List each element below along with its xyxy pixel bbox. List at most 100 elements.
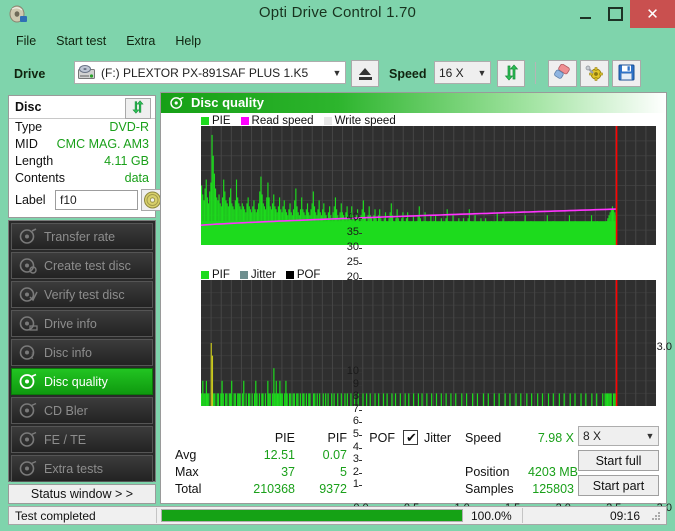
stats-row-key: Avg: [175, 448, 197, 462]
legend-swatch-pie: [201, 117, 209, 125]
disc-test-icon: i: [18, 344, 40, 362]
speed-value: 16 X: [439, 65, 464, 80]
disc-quality-panel: Disc quality PIE Read speed Write speed …: [160, 92, 672, 514]
sidebar-item-cd-bler[interactable]: CD Bler: [11, 397, 153, 424]
menu-help[interactable]: Help: [165, 32, 211, 50]
y-tick-mark: [359, 232, 362, 234]
speed-label: Speed: [389, 67, 427, 81]
disc-test-icon: [18, 460, 40, 478]
stats-avg-pif: 0.07: [322, 448, 347, 462]
progress-percent: 100.0%: [471, 509, 512, 523]
sidebar-item-extra-tests[interactable]: Extra tests: [11, 455, 153, 482]
maximize-button[interactable]: [600, 0, 630, 28]
pif-chart-plot: [201, 280, 656, 406]
app-window: Opti Drive Control 1.70 ✕ File Start tes…: [0, 0, 675, 531]
status-message: Test completed: [15, 509, 96, 523]
resize-grip-icon[interactable]: [652, 512, 662, 522]
refresh-button[interactable]: [497, 60, 525, 87]
disc-quality-icon: [169, 95, 185, 111]
y-tick-mark: [359, 485, 362, 487]
disc-refresh-button[interactable]: [125, 98, 151, 119]
chevron-down-icon: ▼: [645, 431, 655, 441]
stats-position-key: Position: [465, 465, 510, 479]
disc-row-value: 4.11 GB: [104, 154, 149, 168]
drive-icon: [78, 65, 95, 80]
close-icon: ✕: [646, 6, 659, 23]
drive-label: Drive: [14, 67, 46, 81]
legend-swatch-write-speed: [323, 117, 332, 125]
disc-label-input[interactable]: f10: [55, 190, 138, 210]
floppy-save-icon: [618, 64, 635, 84]
panel-header: Disc quality: [161, 93, 666, 113]
y-tick-mark: [359, 247, 362, 249]
settings-button[interactable]: [580, 60, 609, 87]
disc-test-icon: [18, 315, 40, 333]
stats-header-pif: PIF: [327, 431, 347, 445]
legend-swatch-pof: [285, 271, 294, 279]
test-speed-select[interactable]: 8 X ▼: [578, 426, 659, 446]
sidebar-item-drive-info[interactable]: Drive info: [11, 310, 153, 337]
progress-bar-fill: [162, 510, 462, 521]
y-tick-label: 6: [352, 415, 359, 428]
sidebar-item-label: Create test disc: [44, 258, 131, 273]
eject-button[interactable]: [351, 60, 379, 87]
sidebar-item-disc-quality[interactable]: Disc quality: [11, 368, 153, 395]
disc-test-icon: [18, 431, 40, 449]
status-bar: Test completed 100.0% 09:16: [8, 506, 667, 525]
drive-value: (F:) PLEXTOR PX-891SAF PLUS 1.K5: [101, 65, 309, 80]
menu-start-test[interactable]: Start test: [46, 32, 116, 50]
status-window-button[interactable]: Status window > >: [8, 484, 156, 504]
start-full-button[interactable]: Start full: [578, 450, 659, 471]
pie-chart-plot: [201, 126, 656, 245]
sidebar-item-disc-info[interactable]: i Disc info: [11, 339, 153, 366]
disc-info-panel: Disc Type DVD-R MID CMC MAG. AM3 Length …: [8, 95, 164, 218]
jitter-checkbox[interactable]: ✔: [403, 430, 418, 445]
menu-file[interactable]: File: [8, 32, 46, 50]
y-tick-mark: [359, 409, 362, 411]
sidebar-item-create-test-disc[interactable]: Create test disc: [11, 252, 153, 279]
y-tick-mark: [359, 262, 362, 264]
minimize-button[interactable]: [570, 0, 600, 28]
stats-row-key: Max: [175, 465, 199, 479]
sidebar-item-label: FE / TE: [44, 432, 87, 447]
sidebar-item-transfer-rate[interactable]: Transfer rate: [11, 223, 153, 250]
y-tick-label: 35: [346, 225, 359, 238]
y-tick-mark: [359, 384, 362, 386]
title-bar: Opti Drive Control 1.70 ✕: [0, 0, 675, 28]
sidebar-item-label: Drive info: [44, 316, 97, 331]
maximize-icon: [607, 7, 623, 21]
disc-label-key: Label: [15, 193, 46, 207]
disc-row-key: Length: [15, 154, 54, 168]
disc-quality-icon: [18, 373, 40, 391]
save-button[interactable]: [612, 60, 641, 87]
test-speed-value: 8 X: [583, 429, 602, 443]
stats-header-pof: POF: [369, 431, 395, 445]
legend-swatch-read-speed: [240, 117, 249, 125]
sidebar-item-label: Disc info: [44, 345, 92, 360]
y-tick-label: 7: [352, 402, 359, 415]
y-tick-mark: [359, 397, 362, 399]
stats-total-pie: 210368: [253, 482, 295, 496]
disc-row-value: data: [124, 171, 149, 185]
start-part-button[interactable]: Start part: [578, 475, 659, 496]
erase-disc-button[interactable]: [548, 60, 577, 87]
sidebar-item-verify-test-disc[interactable]: Verify test disc: [11, 281, 153, 308]
stats-position-value: 4203 MB: [527, 465, 578, 479]
eraser-icon: [553, 63, 572, 84]
disc-row-value: CMC MAG. AM3: [56, 137, 149, 151]
disc-row-length: Length 4.11 GB: [9, 154, 155, 171]
disc-row-key: Type: [15, 120, 43, 134]
disc-panel-title: Disc: [15, 100, 42, 114]
close-button[interactable]: ✕: [630, 0, 675, 28]
menu-extra[interactable]: Extra: [116, 32, 165, 50]
sidebar-item-fe-te[interactable]: FE / TE: [11, 426, 153, 453]
speed-select[interactable]: 16 X ▼: [434, 61, 491, 84]
gear-icon: [585, 64, 604, 84]
drive-select[interactable]: (F:) PLEXTOR PX-891SAF PLUS 1.K5 ▼: [74, 61, 346, 84]
check-icon: ✔: [406, 430, 417, 445]
stats-max-pie: 37: [281, 465, 295, 479]
disc-row-type: Type DVD-R: [9, 120, 155, 137]
refresh-icon: [503, 63, 520, 84]
minimize-icon: [579, 16, 591, 19]
toolbar-divider: [535, 62, 536, 84]
